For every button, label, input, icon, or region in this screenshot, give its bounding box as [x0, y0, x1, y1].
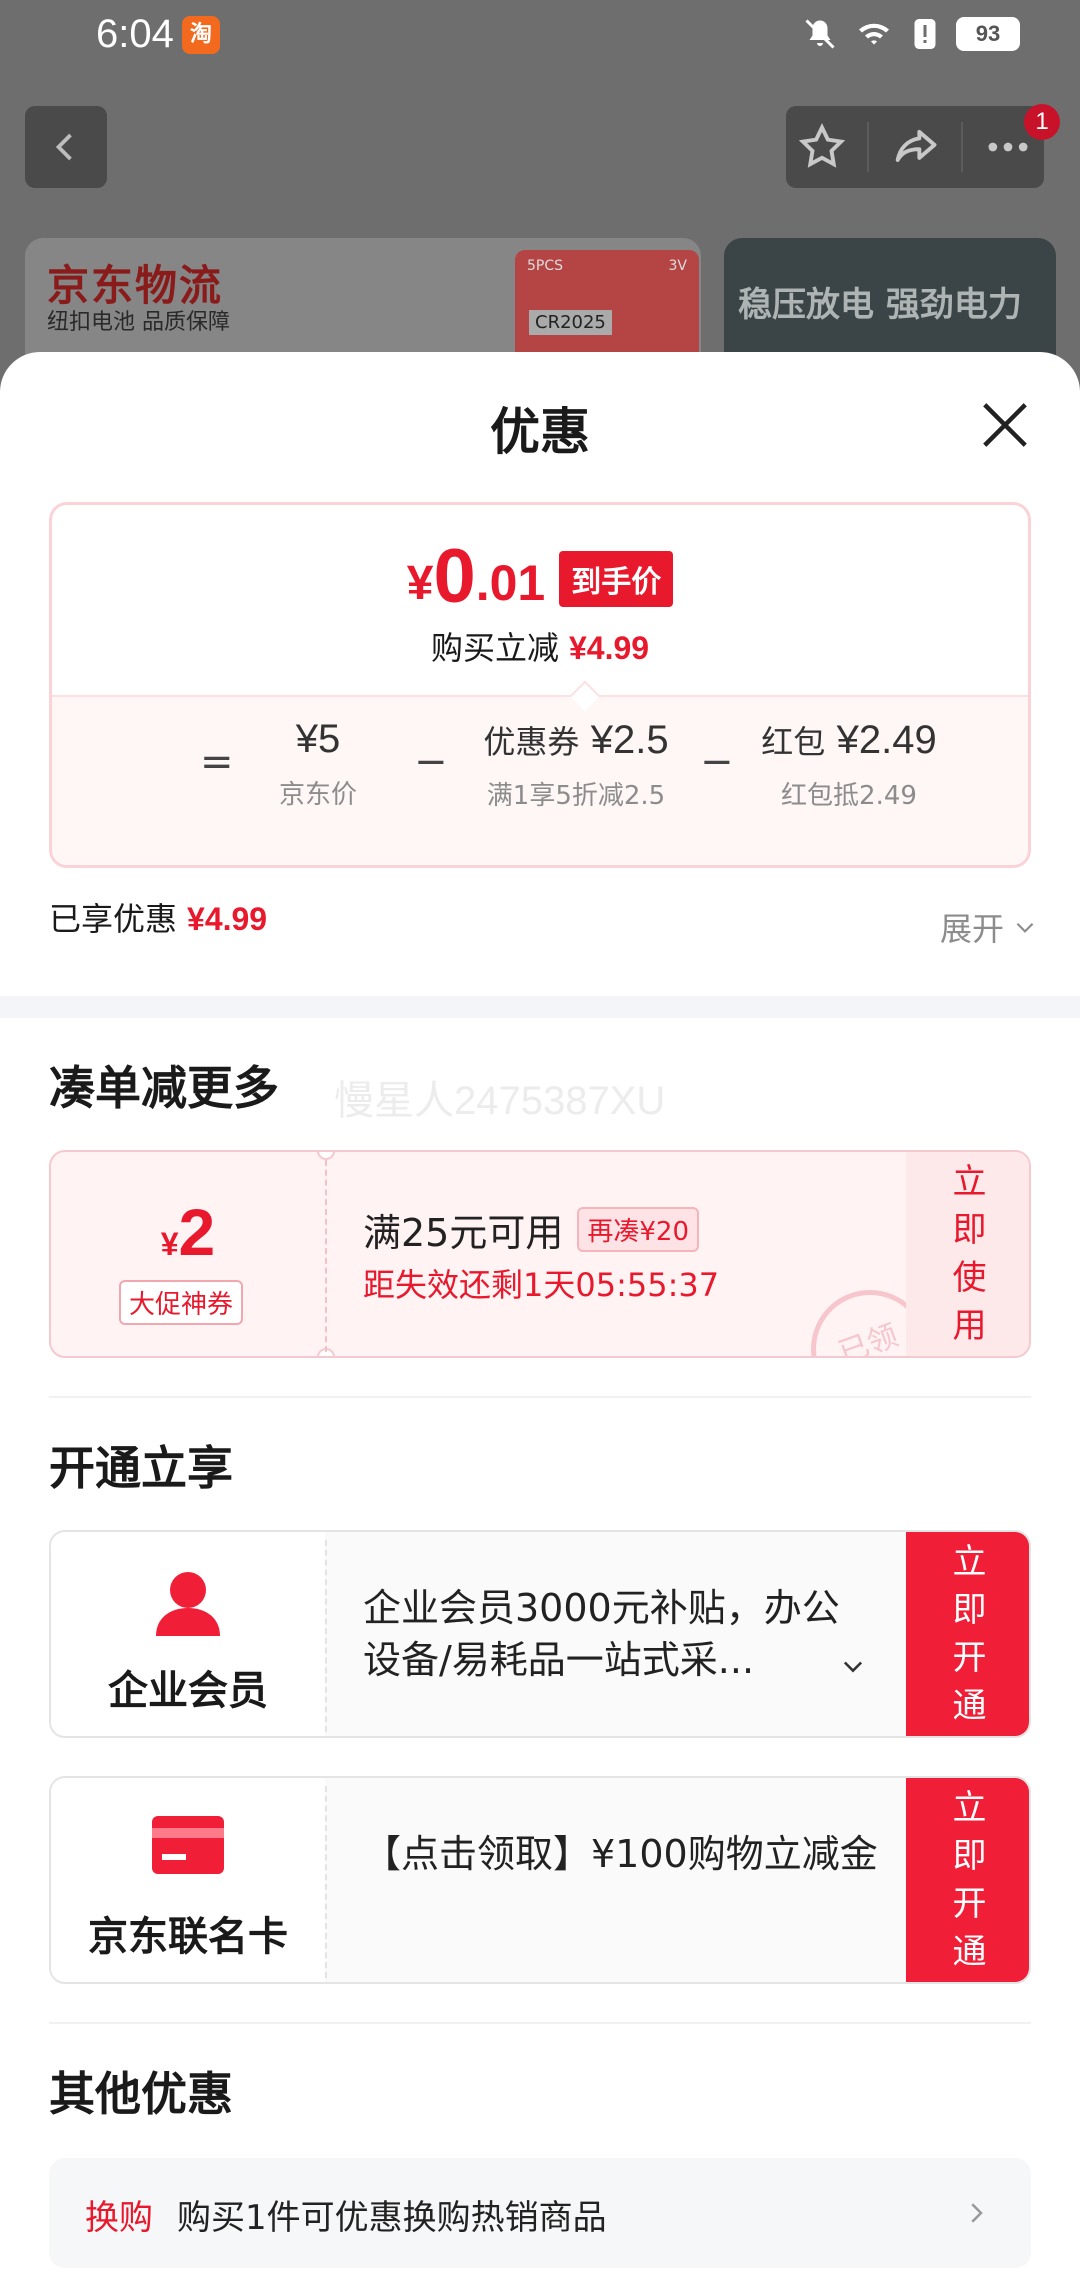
card-description: 【点击领取】¥100购物立减金 — [363, 1832, 878, 1876]
clock: 6:04 — [96, 12, 174, 56]
wifi-icon — [859, 23, 889, 45]
banner-subtitle: 纽扣电池 品质保障 — [47, 310, 230, 335]
section-divider — [49, 2022, 1031, 2024]
banner-2-text: 稳压放电 强劲电力 — [738, 285, 1022, 325]
other-section-title: 其他优惠 — [49, 2067, 233, 2121]
exchange-text: 购买1件可优惠换购热销商品 — [177, 2198, 607, 2238]
minus-sign: − — [700, 739, 734, 785]
card-description: 企业会员3000元补贴，办公设备/易耗品一站式采... — [363, 1586, 840, 1682]
coupon-condition: 满25元可用 再凑¥20 — [363, 1202, 699, 1257]
chevron-left-icon — [55, 133, 72, 161]
chevron-down-icon — [1016, 922, 1034, 933]
mute-icon — [805, 19, 835, 49]
jd-price-term: ¥5 京东价 — [278, 717, 357, 810]
card-name: 企业会员 — [108, 1668, 268, 1714]
equals-sign: = — [200, 739, 234, 785]
pack-voltage: 3V — [668, 258, 687, 274]
sheet-title: 优惠 — [490, 403, 590, 461]
message-badge: 1 — [1024, 104, 1060, 140]
pack-count: 5PCS — [527, 258, 564, 274]
red-packet-term: 红包 ¥2.49 红包抵2.49 — [761, 718, 937, 811]
price-breakdown-card: ¥0.01 到手价 购买立减 ¥4.99 = ¥5 京东价 − 优惠券 ¥2.5 … — [49, 502, 1031, 868]
enjoyed-discount: 已享优惠 ¥4.99 — [49, 900, 268, 938]
open-section-title: 开通立享 — [49, 1441, 233, 1495]
expand-button[interactable]: 展开 — [940, 904, 1038, 950]
card-dashed-line — [325, 1540, 327, 1732]
header-actions — [786, 106, 1044, 188]
chevron-right-icon — [971, 2203, 983, 2223]
breakdown-formula: = ¥5 京东价 − 优惠券 ¥2.5 满1享5折减2.5 − 红包 ¥2.49… — [52, 680, 1028, 865]
share-icon[interactable] — [889, 121, 941, 173]
status-bar: 6:04 淘 93 — [0, 0, 1080, 80]
more-section-title: 凑单减更多 — [49, 1061, 279, 1115]
coupon-countdown: 距失效还剩1天05:55:37 — [363, 1266, 720, 1304]
section-divider — [49, 1396, 1031, 1398]
exchange-offer-row[interactable]: 换购 购买1件可优惠换购热销商品 — [49, 2158, 1031, 2268]
final-price: ¥0.01 — [406, 534, 546, 619]
credit-card-icon — [152, 1816, 224, 1874]
battery-indicator: 93 — [956, 17, 1020, 51]
section-divider — [0, 996, 1080, 1018]
header-separator — [867, 122, 870, 172]
use-coupon-button[interactable]: 立即使用 — [906, 1152, 1029, 1356]
enterprise-member-card[interactable]: 企业会员 企业会员3000元补贴，办公设备/易耗品一站式采... 立即开通 — [49, 1530, 1031, 1738]
add-more-badge: 再凑¥20 — [577, 1207, 699, 1252]
total-reduction: 购买立减 ¥4.99 — [430, 629, 650, 667]
back-button[interactable] — [25, 106, 107, 188]
close-icon[interactable] — [978, 398, 1032, 452]
card-dashed-line — [325, 1786, 327, 1978]
star-icon[interactable] — [796, 121, 848, 173]
user-watermark: 慢星人2475387XU — [334, 1079, 666, 1123]
final-price-tag: 到手价 — [559, 551, 674, 607]
discount-sheet: 优惠 ¥0.01 到手价 购买立减¥4.99 = ¥5 京东价 − 优惠券 ¥ — [0, 352, 1080, 2280]
coupon-amount: ¥2 — [160, 1195, 216, 1269]
pack-model: CR2025 — [529, 310, 612, 335]
coupon-term: 优惠券 ¥2.5 满1享5折减2.5 — [483, 718, 669, 811]
minus-sign: − — [414, 739, 448, 785]
activate-button[interactable]: 立即开通 — [906, 1532, 1029, 1736]
chevron-down-icon[interactable] — [839, 1652, 867, 1680]
coupon-type-tag: 大促神券 — [119, 1280, 244, 1325]
header-separator — [960, 122, 963, 172]
exchange-tag: 换购 — [85, 2198, 153, 2238]
person-icon — [156, 1572, 220, 1636]
alert-icon — [914, 19, 936, 49]
coupon-value-area: ¥2 大促神券 — [51, 1152, 325, 1356]
coupon-dashed-line — [325, 1160, 327, 1352]
card-name: 京东联名卡 — [88, 1914, 288, 1960]
cobrand-card[interactable]: 京东联名卡 【点击领取】¥100购物立减金 立即开通 — [49, 1776, 1031, 1984]
promo-coupon[interactable]: ¥2 大促神券 满25元可用 再凑¥20 距失效还剩1天05:55:37 已领 … — [49, 1150, 1031, 1358]
taobao-app-icon: 淘 — [182, 16, 220, 54]
activate-button[interactable]: 立即开通 — [906, 1778, 1029, 1982]
